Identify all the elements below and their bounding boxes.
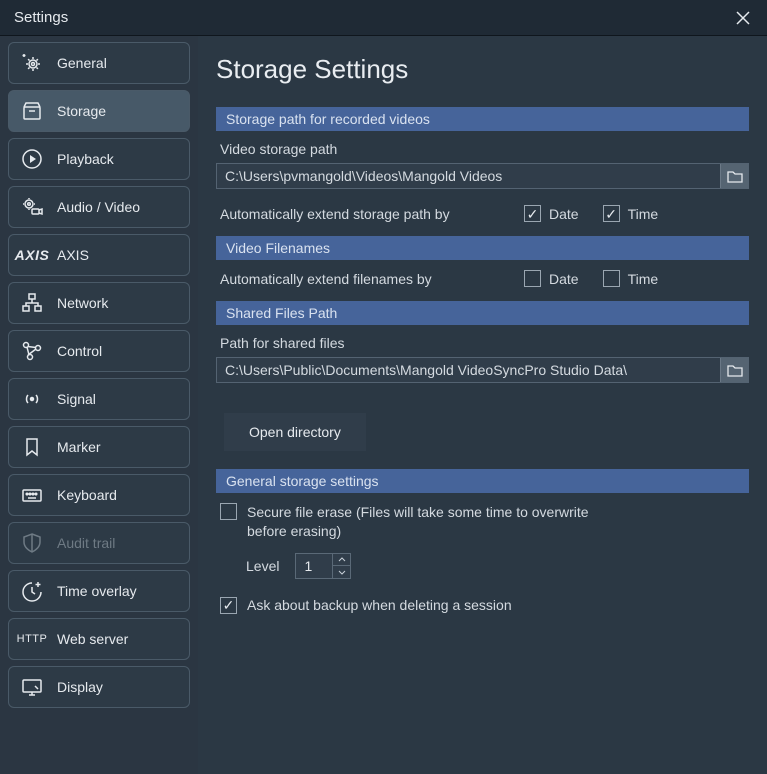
sidebar-item-label: Web server — [57, 631, 128, 647]
sidebar-item-label: Network — [57, 295, 108, 311]
network-icon — [19, 290, 45, 316]
close-button[interactable] — [733, 8, 753, 28]
section-header-general: General storage settings — [216, 469, 749, 493]
chevron-down-icon — [338, 570, 346, 575]
sidebar-item-display[interactable]: Display — [8, 666, 190, 708]
chevron-up-icon — [338, 557, 346, 562]
gear-sparkle-icon — [19, 50, 45, 76]
secure-erase-row: Secure file erase (Files will take some … — [220, 503, 745, 541]
section-header-shared: Shared Files Path — [216, 301, 749, 325]
sidebar-item-label: Storage — [57, 103, 106, 119]
keyboard-icon — [19, 482, 45, 508]
sidebar-item-web-server[interactable]: HTTP Web server — [8, 618, 190, 660]
sidebar-item-label: Display — [57, 679, 103, 695]
checkbox-box — [220, 503, 237, 520]
sidebar-item-playback[interactable]: Playback — [8, 138, 190, 180]
sidebar-item-label: AXIS — [57, 247, 89, 263]
extend-path-time-checkbox[interactable]: Time — [603, 205, 659, 222]
checkbox-box — [524, 205, 541, 222]
shared-path-row — [216, 357, 749, 383]
level-value: 1 — [296, 554, 332, 578]
titlebar: Settings — [0, 0, 767, 36]
checkbox-label: Time — [628, 271, 659, 287]
extend-filename-time-checkbox[interactable]: Time — [603, 270, 659, 287]
window-title: Settings — [14, 9, 68, 26]
section-header-storage-path: Storage path for recorded videos — [216, 107, 749, 131]
folder-icon — [727, 363, 743, 377]
spinner-down-button[interactable] — [333, 566, 350, 578]
spinner-up-button[interactable] — [333, 554, 350, 567]
sidebar-item-label: Signal — [57, 391, 96, 407]
box-icon — [19, 98, 45, 124]
shared-path-label: Path for shared files — [220, 335, 745, 351]
sidebar-item-storage[interactable]: Storage — [8, 90, 190, 132]
checkbox-box — [220, 597, 237, 614]
video-storage-path-input[interactable] — [217, 164, 720, 188]
video-storage-path-label: Video storage path — [220, 141, 745, 157]
extend-storage-path-row: Automatically extend storage path by Dat… — [220, 205, 745, 222]
extend-filenames-row: Automatically extend filenames by Date T… — [220, 270, 745, 287]
signal-icon — [19, 386, 45, 412]
sidebar-item-label: Time overlay — [57, 583, 137, 599]
axis-brand-icon: AXIS — [19, 242, 45, 268]
sidebar: General Storage Playback Audio / Video A… — [0, 36, 198, 774]
sidebar-item-label: Control — [57, 343, 102, 359]
sidebar-item-marker[interactable]: Marker — [8, 426, 190, 468]
extend-path-date-checkbox[interactable]: Date — [524, 205, 579, 222]
gear-camera-icon — [19, 194, 45, 220]
ask-backup-label: Ask about backup when deleting a session — [247, 597, 512, 613]
checkbox-box — [603, 270, 620, 287]
sidebar-item-label: Audio / Video — [57, 199, 140, 215]
checkbox-label: Date — [549, 206, 579, 222]
nodes-icon — [19, 338, 45, 364]
level-spinner[interactable]: 1 — [295, 553, 351, 579]
bookmark-icon — [19, 434, 45, 460]
level-row: Level 1 — [246, 553, 745, 579]
sidebar-item-control[interactable]: Control — [8, 330, 190, 372]
sidebar-item-network[interactable]: Network — [8, 282, 190, 324]
folder-icon — [727, 169, 743, 183]
sidebar-item-label: Keyboard — [57, 487, 117, 503]
section-header-filenames: Video Filenames — [216, 236, 749, 260]
shared-path-input[interactable] — [217, 358, 720, 382]
sidebar-item-signal[interactable]: Signal — [8, 378, 190, 420]
backup-row: Ask about backup when deleting a session — [220, 597, 745, 614]
sidebar-item-audio-video[interactable]: Audio / Video — [8, 186, 190, 228]
sidebar-item-label: Audit trail — [57, 535, 115, 551]
sidebar-item-general[interactable]: General — [8, 42, 190, 84]
extend-storage-path-label: Automatically extend storage path by — [220, 206, 500, 222]
sidebar-item-axis[interactable]: AXIS AXIS — [8, 234, 190, 276]
checkbox-box — [603, 205, 620, 222]
clock-plus-icon — [19, 578, 45, 604]
extend-filename-date-checkbox[interactable]: Date — [524, 270, 579, 287]
secure-erase-checkbox[interactable] — [220, 503, 237, 520]
checkbox-box — [524, 270, 541, 287]
http-icon: HTTP — [19, 626, 45, 652]
monitor-icon — [19, 674, 45, 700]
ask-backup-checkbox[interactable] — [220, 597, 237, 614]
sidebar-item-time-overlay[interactable]: Time overlay — [8, 570, 190, 612]
sidebar-item-label: General — [57, 55, 107, 71]
browse-shared-path-button[interactable] — [720, 358, 748, 382]
play-icon — [19, 146, 45, 172]
secure-erase-label: Secure file erase (Files will take some … — [247, 503, 627, 541]
sidebar-item-keyboard[interactable]: Keyboard — [8, 474, 190, 516]
video-storage-path-row — [216, 163, 749, 189]
open-directory-button[interactable]: Open directory — [224, 413, 366, 451]
browse-video-path-button[interactable] — [720, 164, 748, 188]
sidebar-item-audit-trail[interactable]: Audit trail — [8, 522, 190, 564]
shield-icon — [19, 530, 45, 556]
level-label: Level — [246, 558, 279, 574]
sidebar-item-label: Playback — [57, 151, 114, 167]
content-panel: Storage Settings Storage path for record… — [198, 36, 767, 774]
close-icon — [736, 11, 750, 25]
checkbox-label: Time — [628, 206, 659, 222]
checkbox-label: Date — [549, 271, 579, 287]
extend-filenames-label: Automatically extend filenames by — [220, 271, 500, 287]
page-title: Storage Settings — [216, 54, 749, 85]
sidebar-item-label: Marker — [57, 439, 101, 455]
spinner-buttons — [332, 554, 350, 578]
